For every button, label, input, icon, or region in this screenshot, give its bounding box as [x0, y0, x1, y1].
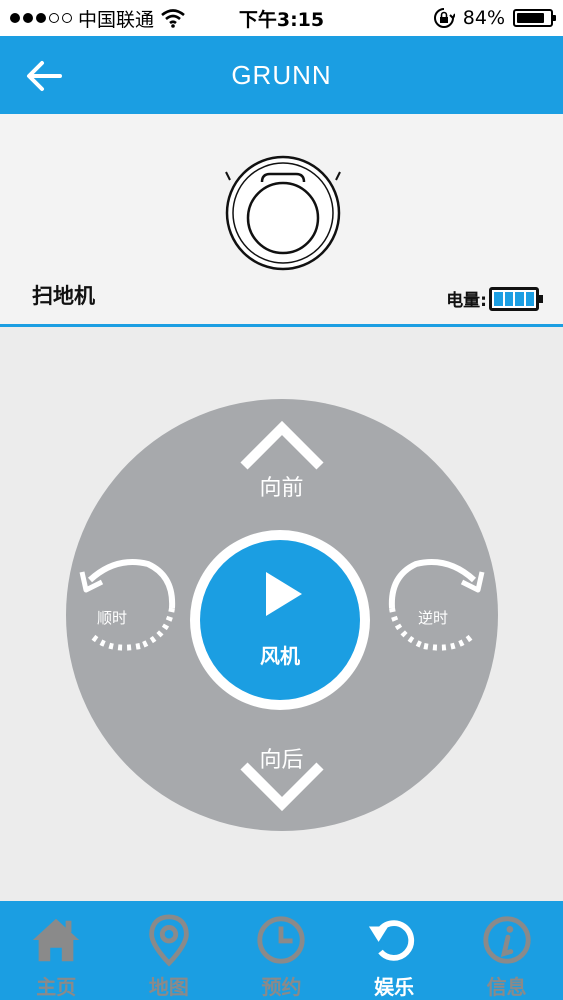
robot-vacuum-icon [225, 155, 341, 271]
rotate-clockwise-icon[interactable] [76, 552, 180, 656]
home-icon [33, 918, 80, 962]
fan-label: 风机 [260, 644, 300, 668]
device-battery-icon [489, 286, 543, 311]
tab-info[interactable]: 信息 [450, 901, 563, 1000]
map-pin-icon [149, 914, 189, 967]
status-bar: 中国联通 下午3:15 84% [0, 0, 563, 36]
battery-icon [513, 9, 556, 27]
device-panel: 扫地机 电量: [0, 114, 563, 326]
battery-percent: 84% [462, 7, 505, 29]
orientation-lock-icon [433, 8, 455, 28]
tab-map[interactable]: 地图 [113, 901, 226, 1000]
device-name: 扫地机 [32, 284, 95, 308]
tab-label-map: 地图 [148, 975, 189, 999]
fan-button-inner[interactable]: 风机 [200, 540, 360, 700]
info-icon [483, 916, 531, 964]
clock-icon [257, 916, 306, 964]
clockwise-label[interactable]: 顺时 [97, 607, 127, 628]
device-battery-status: 电量: [446, 286, 543, 311]
app-header: GRUNN [0, 36, 563, 114]
rotate-counterclockwise-icon[interactable] [384, 552, 488, 656]
status-right: 84% [433, 0, 556, 36]
battery-label: 电量: [446, 291, 487, 311]
page-title: GRUNN [231, 59, 332, 90]
forward-chevron-icon[interactable] [236, 418, 328, 474]
counterclockwise-label[interactable]: 逆时 [418, 607, 448, 628]
play-icon [266, 572, 302, 616]
refresh-icon [369, 920, 415, 961]
tab-label-entertainment: 娱乐 [374, 975, 415, 999]
tab-schedule[interactable]: 预约 [225, 901, 338, 1000]
tab-bar: 主页 地图 预约 娱乐 信息 [0, 901, 563, 1000]
tab-label-home: 主页 [36, 975, 77, 999]
fan-button[interactable]: 风机 [190, 530, 370, 710]
back-label[interactable]: 向后 [0, 742, 563, 774]
forward-label[interactable]: 向前 [0, 470, 563, 502]
tab-label-info: 信息 [486, 975, 527, 999]
tab-label-schedule: 预约 [261, 975, 302, 999]
tab-entertainment[interactable]: 娱乐 [338, 901, 451, 1000]
tab-home[interactable]: 主页 [0, 901, 113, 1000]
